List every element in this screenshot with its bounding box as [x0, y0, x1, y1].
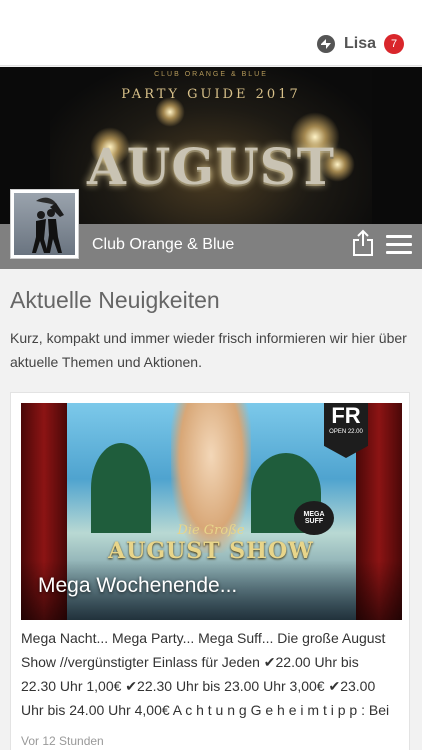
news-timestamp: Vor 12 Stunden — [21, 734, 104, 748]
news-text: Mega Nacht... Mega Party... Mega Suff...… — [21, 630, 390, 718]
hamburger-menu-icon[interactable] — [386, 235, 412, 255]
section-title: Aktuelle Neuigkeiten — [10, 287, 220, 313]
section-intro: Kurz, kompakt und immer wieder frisch in… — [10, 330, 407, 370]
top-bar: Lisa 7 — [0, 0, 422, 66]
club-dancers-icon — [32, 197, 64, 253]
hero-subtitle: CLUB ORANGE & BLUE — [154, 71, 268, 78]
hero-image: CLUB ORANGE & BLUE PARTY GUIDE 2017 AUGU… — [50, 67, 372, 224]
share-icon[interactable] — [350, 229, 376, 257]
show-title-line1: Die Große — [177, 523, 245, 538]
day-badge-day: FR — [331, 403, 361, 428]
mega-suff-badge: MEGA SUFF — [294, 501, 334, 535]
app-logo-icon — [316, 35, 335, 53]
user-name[interactable]: Lisa — [344, 35, 376, 53]
show-title: Die Große AUGUST SHOW — [101, 523, 321, 564]
club-avatar[interactable] — [10, 189, 79, 259]
news-title[interactable]: Mega Wochenende... — [38, 574, 237, 598]
club-name[interactable]: Club Orange & Blue — [92, 236, 234, 254]
day-badge-open: OPEN 22.00 — [329, 429, 363, 435]
user-menu[interactable]: Lisa 7 — [316, 33, 404, 55]
hero-guide-text: PARTY GUIDE 2017 — [121, 87, 301, 102]
hero-month-text: AUGUST — [86, 137, 336, 196]
notification-badge[interactable]: 7 — [384, 34, 404, 54]
avatar-image — [14, 193, 75, 255]
